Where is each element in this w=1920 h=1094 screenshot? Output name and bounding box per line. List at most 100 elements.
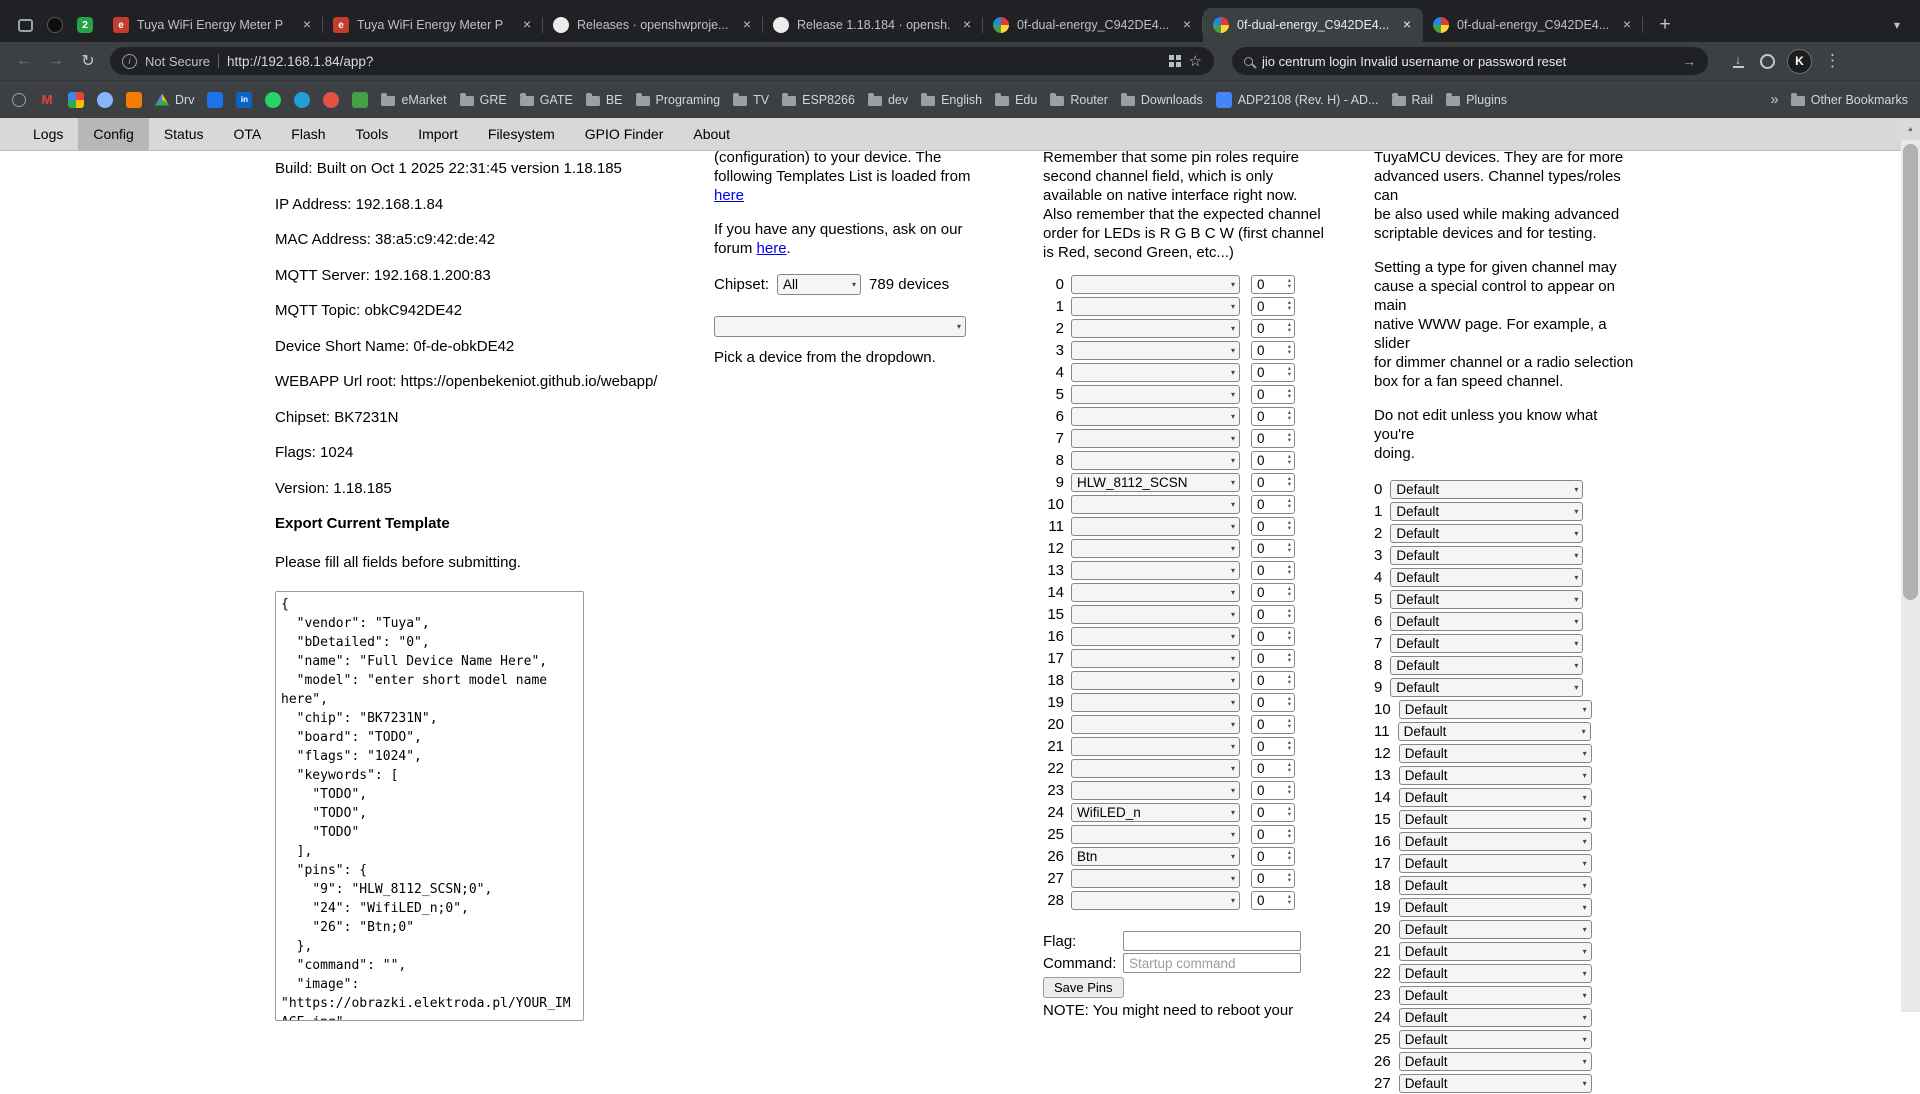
app-tab-gpio-finder[interactable]: GPIO Finder <box>570 118 679 150</box>
pin-channel-input[interactable]: 0 ▴ ▾ <box>1251 780 1295 800</box>
spinner-icon[interactable]: ▴ ▾ <box>1288 475 1291 488</box>
channel-type-select[interactable]: Default ▾ <box>1398 985 1592 1005</box>
save-pins-button[interactable]: Save Pins <box>1043 977 1124 998</box>
bookmark-page[interactable]: ADP2108 (Rev. H) - AD... <box>1215 91 1379 108</box>
spin-down-icon[interactable]: ▾ <box>1288 503 1291 510</box>
channel-type-select[interactable]: Default ▾ <box>1390 589 1584 609</box>
spinner-icon[interactable]: ▴ ▾ <box>1288 519 1291 532</box>
pin-role-select[interactable]: HLW_8112_SCSN ▾ <box>1071 472 1240 492</box>
spin-down-icon[interactable]: ▾ <box>1288 613 1291 620</box>
pin-role-select[interactable]: ▾ <box>1071 670 1240 690</box>
pin-channel-input[interactable]: 0 ▴ ▾ <box>1251 428 1295 448</box>
channel-type-select[interactable]: Default ▾ <box>1390 523 1584 543</box>
site-info-icon[interactable]: i <box>122 53 137 69</box>
pin-role-select[interactable]: ▾ <box>1071 428 1240 448</box>
forward-button[interactable]: → <box>42 47 70 75</box>
extensions-icon[interactable] <box>1760 53 1775 69</box>
globe-bookmark[interactable] <box>12 92 26 107</box>
spin-down-icon[interactable]: ▾ <box>1288 283 1291 290</box>
browser-tab[interactable]: e Tuya WiFi Energy Meter P × <box>323 8 543 42</box>
pin-channel-input[interactable]: 0 ▴ ▾ <box>1251 560 1295 580</box>
spin-down-icon[interactable]: ▾ <box>1288 745 1291 752</box>
reload-button[interactable]: ↻ <box>74 47 102 75</box>
grid-icon[interactable] <box>1168 55 1181 67</box>
pin-channel-input[interactable]: 0 ▴ ▾ <box>1251 494 1295 514</box>
spinner-icon[interactable]: ▴ ▾ <box>1288 651 1291 664</box>
blue-app-bookmark[interactable] <box>207 91 224 108</box>
channel-type-select[interactable]: Default ▾ <box>1398 1051 1592 1071</box>
red-app-bookmark[interactable] <box>323 91 340 108</box>
browser-tab[interactable]: e Tuya WiFi Energy Meter P × <box>103 8 323 42</box>
spinner-icon[interactable]: ▴ ▾ <box>1288 827 1291 840</box>
address-bar[interactable]: i Not Secure http://192.168.1.84/app? ☆ <box>110 47 1214 75</box>
pin-channel-input[interactable]: 0 ▴ ▾ <box>1251 472 1295 492</box>
spin-down-icon[interactable]: ▾ <box>1288 657 1291 664</box>
bookmark-folder[interactable]: GRE <box>459 93 507 107</box>
spin-down-icon[interactable]: ▾ <box>1288 569 1291 576</box>
pin-role-select[interactable]: ▾ <box>1071 538 1240 558</box>
pin-channel-input[interactable]: 0 ▴ ▾ <box>1251 846 1295 866</box>
pin-channel-input[interactable]: 0 ▴ ▾ <box>1251 868 1295 888</box>
channel-type-select[interactable]: Default ▾ <box>1398 1029 1592 1049</box>
pin-role-select[interactable]: ▾ <box>1071 890 1240 910</box>
pin-role-select[interactable]: ▾ <box>1071 780 1240 800</box>
spinner-icon[interactable]: ▴ ▾ <box>1288 849 1291 862</box>
tab-search-chevron-icon[interactable]: ▾ <box>1882 18 1912 32</box>
spinner-icon[interactable]: ▴ ▾ <box>1288 343 1291 356</box>
pin-channel-input[interactable]: 0 ▴ ▾ <box>1251 670 1295 690</box>
orange-app-bookmark[interactable] <box>126 91 142 108</box>
tab-close-icon[interactable]: × <box>519 17 535 33</box>
channel-type-select[interactable]: Default ▾ <box>1398 765 1592 785</box>
bookmark-folder[interactable]: Router <box>1050 93 1108 107</box>
spin-down-icon[interactable]: ▾ <box>1288 437 1291 444</box>
tab-close-icon[interactable]: × <box>739 17 755 33</box>
pin-role-select[interactable]: ▾ <box>1071 714 1240 734</box>
pin-role-select[interactable]: ▾ <box>1071 736 1240 756</box>
spinner-icon[interactable]: ▴ ▾ <box>1288 673 1291 686</box>
channel-type-select[interactable]: Default ▾ <box>1398 831 1592 851</box>
spinner-icon[interactable]: ▴ ▾ <box>1288 387 1291 400</box>
spinner-icon[interactable]: ▴ ▾ <box>1288 453 1291 466</box>
spin-down-icon[interactable]: ▾ <box>1288 459 1291 466</box>
pin-channel-input[interactable]: 0 ▴ ▾ <box>1251 406 1295 426</box>
pin-channel-input[interactable]: 0 ▴ ▾ <box>1251 736 1295 756</box>
template-json-textarea[interactable]: { "vendor": "Tuya", "bDetailed": "0", "n… <box>275 591 584 1021</box>
forum-link[interactable]: here <box>757 240 787 257</box>
page-scrollbar[interactable]: ▲ <box>1901 118 1920 1012</box>
pin-role-select[interactable]: ▾ <box>1071 582 1240 602</box>
gmail-bookmark[interactable]: M <box>39 92 55 108</box>
scroll-up-button[interactable]: ▲ <box>1901 118 1920 140</box>
channel-type-select[interactable]: Default ▾ <box>1398 1073 1592 1093</box>
pin-role-select[interactable]: ▾ <box>1071 340 1240 360</box>
bookmark-folder[interactable]: Programing <box>635 93 720 107</box>
spinner-icon[interactable]: ▴ ▾ <box>1288 431 1291 444</box>
spin-down-icon[interactable]: ▾ <box>1288 767 1291 774</box>
pin-channel-input[interactable]: 0 ▴ ▾ <box>1251 296 1295 316</box>
spinner-icon[interactable]: ▴ ▾ <box>1288 365 1291 378</box>
bookmark-folder[interactable]: Rail <box>1391 93 1433 107</box>
bookmark-folder[interactable]: Downloads <box>1120 93 1203 107</box>
pin-channel-input[interactable]: 0 ▴ ▾ <box>1251 582 1295 602</box>
app-tab-ota[interactable]: OTA <box>219 118 277 150</box>
spin-down-icon[interactable]: ▾ <box>1288 393 1291 400</box>
app-tab-about[interactable]: About <box>678 118 745 150</box>
pin-role-select[interactable]: ▾ <box>1071 604 1240 624</box>
spinner-icon[interactable]: ▴ ▾ <box>1288 277 1291 290</box>
pin-role-select[interactable]: ▾ <box>1071 384 1240 404</box>
browser-tab[interactable]: 0f-dual-energy_C942DE4... × <box>1423 8 1643 42</box>
search-go-icon[interactable]: → <box>1682 53 1696 69</box>
channel-type-select[interactable]: Default ▾ <box>1398 699 1592 719</box>
telegram-bookmark[interactable] <box>294 91 311 108</box>
spinner-icon[interactable]: ▴ ▾ <box>1288 585 1291 598</box>
templates-list-link[interactable]: here <box>714 187 744 204</box>
whatsapp-bookmark[interactable] <box>265 91 282 108</box>
app-tab-import[interactable]: Import <box>403 118 473 150</box>
pin-role-select[interactable]: ▾ <box>1071 516 1240 536</box>
pin-role-select[interactable]: ▾ <box>1071 692 1240 712</box>
badge-2-icon[interactable]: 2 <box>77 17 93 33</box>
tab-close-icon[interactable]: × <box>1399 17 1415 33</box>
spin-down-icon[interactable]: ▾ <box>1288 899 1291 906</box>
profile-avatar[interactable]: K <box>1787 48 1812 74</box>
channel-type-select[interactable]: Default ▾ <box>1390 501 1584 521</box>
dark-app-icon[interactable] <box>47 17 63 33</box>
